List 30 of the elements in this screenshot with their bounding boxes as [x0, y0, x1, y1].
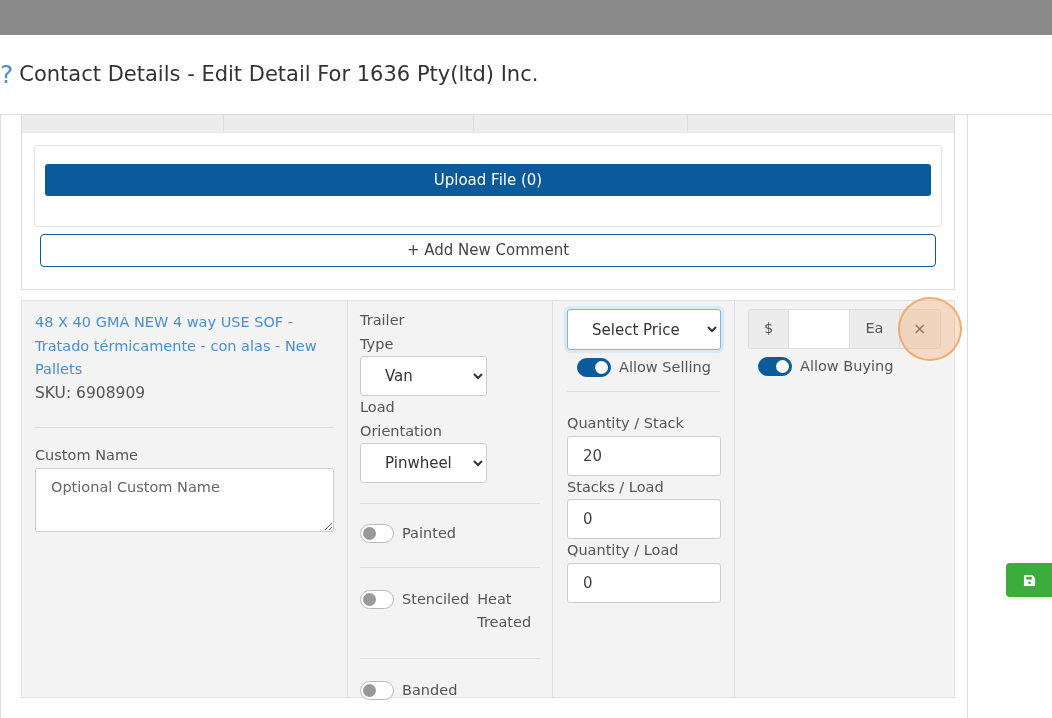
custom-name-field[interactable]: Optional Custom Name [35, 467, 334, 532]
toggle-label: Allow Selling [619, 358, 711, 377]
toggle-switch[interactable] [360, 524, 394, 543]
upload-file-button[interactable]: Upload File (0) [45, 164, 931, 196]
field-label: Quantity / Load [567, 541, 680, 560]
quantity-field[interactable]: 0 [567, 562, 721, 603]
load-orientation-select[interactable]: Pinwheel [360, 443, 487, 483]
toggle-switch[interactable] [758, 357, 792, 376]
dialog-title: Contact Details - Edit Detail For 1636 Pty(ltd) Inc. [19, 60, 539, 88]
sku-text: SKU: 6908909 [35, 382, 147, 404]
quantity-field[interactable]: 20 [567, 435, 721, 476]
option-label: Painted [402, 524, 456, 543]
toggle-switch[interactable] [360, 681, 394, 700]
field-label: Trailer Type [360, 311, 406, 354]
field-label: Stacks / Load [567, 477, 665, 497]
save-icon [1022, 573, 1036, 587]
field-label: Quantity / Stack [567, 414, 685, 433]
trailer-type-select[interactable]: Van [360, 356, 487, 396]
field-label: Load Orientation [360, 398, 443, 441]
option-label: Banded [402, 681, 458, 700]
toggle-switch[interactable] [577, 358, 611, 377]
add-comment-button[interactable]: + Add New Comment [40, 234, 936, 267]
option-label: Stenciled [402, 590, 470, 609]
toggle-switch[interactable] [360, 590, 394, 609]
toggle-label: Allow Buying [800, 357, 894, 376]
custom-name-label: Custom Name [35, 446, 139, 465]
price-select[interactable]: Select Price [567, 309, 721, 350]
save-button[interactable] [1006, 563, 1052, 597]
option-label: Heat Treated [477, 590, 533, 632]
quantity-field[interactable]: 0 [567, 499, 721, 539]
